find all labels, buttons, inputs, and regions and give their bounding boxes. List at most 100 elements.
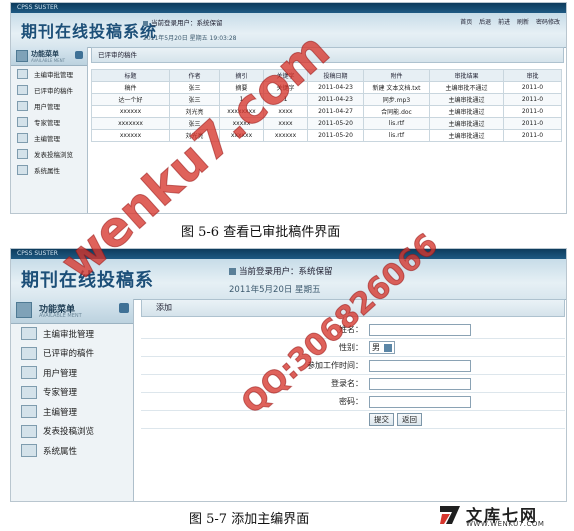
form-row-gender: 性别： 男 xyxy=(141,339,565,357)
folder-icon xyxy=(21,385,37,399)
reviewed-table: 标题 作者 摘引 关键字 投稿日期 附件 审批结果 审批 稿件 张三 摘要 关键字 … xyxy=(91,69,562,142)
form-row-actions: 提交 返回 xyxy=(141,411,565,429)
sidebar-item-experts[interactable]: 专家管理 xyxy=(11,114,87,130)
sidebar-item-editors[interactable]: 主编管理 xyxy=(11,130,87,146)
sidebar-item-users[interactable]: 用户管理 xyxy=(11,98,87,114)
folder-icon xyxy=(17,133,28,143)
folder-icon xyxy=(21,444,37,458)
column-header: 审批 xyxy=(503,69,562,82)
link-back[interactable]: 后退 xyxy=(479,19,491,26)
main-content: 已评审的稿件 标题 作者 摘引 关键字 投稿日期 附件 审批结果 审批 稿件 张… xyxy=(91,47,564,213)
app-header: 期刊在线投稿系 当前登录用户：系统保留 2011年5月20日 星期五 xyxy=(11,259,566,300)
sidebar-item-editor-approval[interactable]: 主编审批管理 xyxy=(11,66,87,82)
folder-icon xyxy=(17,165,28,175)
password-label: 密码： xyxy=(339,397,363,406)
form-row-work-time: 参加工作时间： xyxy=(141,357,565,375)
brand-url: WWW.WENKU7.COM xyxy=(466,520,545,528)
form-row-login: 登录名： xyxy=(141,375,565,393)
collapse-toggle-icon[interactable] xyxy=(119,303,129,313)
folder-icon xyxy=(17,85,28,95)
top-strip: CPSS SUSTER xyxy=(11,249,566,259)
sidebar-item-published[interactable]: 发表投稿浏览 xyxy=(11,146,87,162)
link-change-password[interactable]: 密码修改 xyxy=(536,19,560,26)
back-button[interactable]: 返回 xyxy=(397,413,422,426)
menu-icon xyxy=(16,302,32,318)
sidebar-item-settings[interactable]: 系统属性 xyxy=(11,162,87,178)
column-header: 审批结果 xyxy=(429,69,504,82)
collapse-toggle-icon[interactable] xyxy=(75,51,83,59)
folder-icon xyxy=(17,117,28,127)
sidebar-subtitle: AVAILABLE MENT xyxy=(31,58,66,63)
column-header: 关键字 xyxy=(263,69,308,82)
table-row[interactable]: xxxxxxx 张三 xxxxx xxxx 2011-05-20 lis.rtf 主编… xyxy=(91,117,562,130)
current-user: 当前登录用户：系统保留 xyxy=(229,265,333,277)
current-date: 2011年5月20日 星期五 xyxy=(229,285,321,295)
current-date: 2011年5月20日 星期五 19:03:28 xyxy=(143,35,237,42)
folder-icon xyxy=(17,101,28,111)
menu-icon xyxy=(16,50,28,62)
link-home[interactable]: 首页 xyxy=(460,19,472,26)
sidebar-item-settings[interactable]: 系统属性 xyxy=(11,441,133,461)
link-forward[interactable]: 前进 xyxy=(498,19,510,26)
login-label: 登录名： xyxy=(331,379,363,388)
top-links: 首页 后退 前进 刷新 密码修改 xyxy=(455,17,560,26)
name-input[interactable] xyxy=(369,323,471,336)
password-input[interactable] xyxy=(369,395,471,408)
submit-button[interactable]: 提交 xyxy=(369,413,394,426)
sidebar-item-editors[interactable]: 主编管理 xyxy=(11,402,133,422)
gender-label: 性别： xyxy=(339,343,363,352)
app-header: 期刊在线投稿系统 当前登录用户：系统保留 2011年5月20日 星期五 19:0… xyxy=(11,13,566,48)
work-time-label: 参加工作时间： xyxy=(307,361,363,370)
app-title: 期刊在线投稿系 xyxy=(21,270,154,291)
screenshot-review-list: CPSS SUSTER 期刊在线投稿系统 当前登录用户：系统保留 2011年5月… xyxy=(10,2,567,214)
sidebar: 功能菜单 AVAILABLE MENT 主编审批管理 已评审的稿件 用户管理 专… xyxy=(11,47,88,213)
form-row-name: 姓名： xyxy=(141,321,565,339)
table-row[interactable]: xxxxxx 刘光亮 xxxxxx xxxxxx 2011-05-20 lis.rtf… xyxy=(91,129,562,142)
top-strip: CPSS SUSTER xyxy=(11,3,566,13)
column-header: 附件 xyxy=(363,69,430,82)
brand-mark-icon xyxy=(440,506,460,524)
current-user: 当前登录用户：系统保留 xyxy=(143,17,223,27)
column-header: 投稿日期 xyxy=(307,69,364,82)
figure-caption-5-6: 图 5-6 查看已审批稿件界面 xyxy=(181,225,341,240)
tab-reviewed[interactable]: 已评审的稿件 xyxy=(91,47,564,63)
column-header: 标题 xyxy=(91,69,170,82)
form-row-password: 密码： xyxy=(141,393,565,411)
figure-caption-5-7: 图 5-7 添加主编界面 xyxy=(189,512,310,527)
folder-icon xyxy=(21,366,37,380)
add-editor-form: 姓名： 性别： 男 参加工作时间： 登录名： 密码： 提交 返回 xyxy=(141,321,565,429)
home-icon xyxy=(229,268,236,275)
sidebar-item-published[interactable]: 发表投稿浏览 xyxy=(11,422,133,442)
sidebar-item-experts[interactable]: 专家管理 xyxy=(11,383,133,403)
column-header: 作者 xyxy=(169,69,220,82)
brand-logo: 文库七网 WWW.WENKU7.COM xyxy=(438,502,566,530)
sidebar-item-editor-approval[interactable]: 主编审批管理 xyxy=(11,324,133,344)
sidebar: 功能菜单 AVAILABLE MENT 主编审批管理 已评审的稿件 用户管理 专… xyxy=(11,299,134,501)
login-input[interactable] xyxy=(369,377,471,390)
folder-icon xyxy=(17,69,28,79)
screenshot-add-editor: CPSS SUSTER 期刊在线投稿系 当前登录用户：系统保留 2011年5月2… xyxy=(10,248,567,502)
name-label: 姓名： xyxy=(339,325,363,334)
sidebar-item-users[interactable]: 用户管理 xyxy=(11,363,133,383)
sidebar-header: 功能菜单 AVAILABLE MENT xyxy=(11,47,87,66)
sidebar-subtitle: AVAILABLE MENT xyxy=(39,313,82,319)
folder-icon xyxy=(21,405,37,419)
table-header-row: 标题 作者 摘引 关键字 投稿日期 附件 审批结果 审批 xyxy=(91,69,562,82)
main-content: 添加 姓名： 性别： 男 参加工作时间： 登录名： 密码： 提交 返回 xyxy=(141,299,565,501)
tab-add[interactable]: 添加 xyxy=(141,299,565,317)
home-icon xyxy=(143,20,148,26)
table-row[interactable]: 稿件 张三 摘要 关键字 2011-04-23 新建 文本文档.txt 主编审批不通过… xyxy=(91,81,562,94)
folder-icon xyxy=(17,149,28,159)
folder-icon xyxy=(21,346,37,360)
table-row[interactable]: 达一个好 张三 11 2011-04-23 同步.mp3 主编审批通过 2011-0 xyxy=(91,93,562,106)
sidebar-item-reviewed[interactable]: 已评审的稿件 xyxy=(11,344,133,364)
folder-icon xyxy=(21,424,37,438)
link-refresh[interactable]: 刷新 xyxy=(517,19,529,26)
folder-icon xyxy=(21,327,37,341)
chevron-down-icon xyxy=(384,343,392,352)
work-time-input[interactable] xyxy=(369,359,471,372)
app-title: 期刊在线投稿系统 xyxy=(21,22,158,41)
table-row[interactable]: xxxxxx 刘光亮 xxxxxxxx xxxx 2011-04-27 合同能.doc… xyxy=(91,105,562,118)
sidebar-item-reviewed[interactable]: 已评审的稿件 xyxy=(11,82,87,98)
gender-select[interactable]: 男 xyxy=(369,341,395,354)
